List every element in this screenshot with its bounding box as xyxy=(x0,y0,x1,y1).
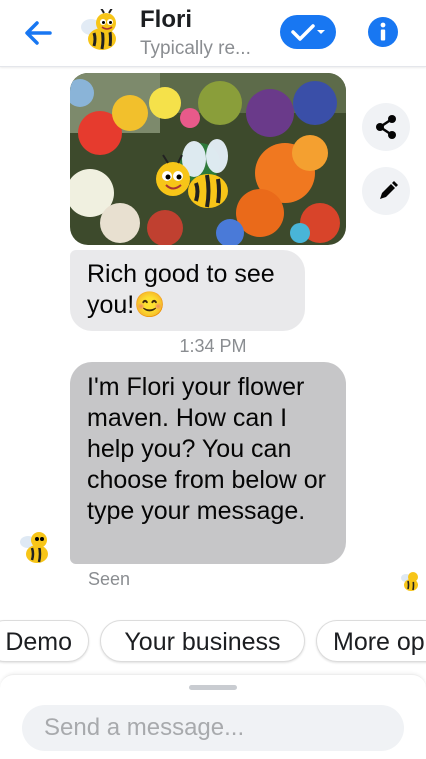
message-timestamp: 1:34 PM xyxy=(179,336,247,356)
chat-header: Flori Typically re... xyxy=(0,0,426,67)
flowers-bee-image xyxy=(70,73,346,245)
quick-reply-your-business[interactable]: Your business xyxy=(100,620,305,662)
quick-reply-demo[interactable]: Demo xyxy=(0,620,89,662)
drag-handle[interactable] xyxy=(189,685,237,690)
check-dropdown-button[interactable] xyxy=(280,15,336,49)
composer xyxy=(0,674,426,759)
seen-status: Seen xyxy=(88,569,131,589)
edit-button[interactable] xyxy=(362,167,410,215)
share-button[interactable] xyxy=(362,103,410,151)
pencil-icon xyxy=(380,181,398,199)
info-icon[interactable] xyxy=(367,16,399,48)
message-input[interactable] xyxy=(22,705,404,751)
read-receipt-avatar-icon xyxy=(398,569,422,593)
message-bubble[interactable]: I'm Flori your flower maven. How can I h… xyxy=(70,362,346,564)
share-icon xyxy=(376,115,396,139)
avatar[interactable] xyxy=(76,7,126,57)
quick-reply-more-options[interactable]: More op xyxy=(316,620,426,662)
contact-name[interactable]: Flori xyxy=(140,6,192,34)
message-bubble[interactable]: Rich good to see you!😊 xyxy=(70,250,305,331)
contact-status: Typically re... xyxy=(140,38,251,59)
image-message[interactable] xyxy=(70,73,346,245)
sender-avatar-icon xyxy=(15,528,55,568)
back-arrow-icon[interactable] xyxy=(20,16,56,50)
